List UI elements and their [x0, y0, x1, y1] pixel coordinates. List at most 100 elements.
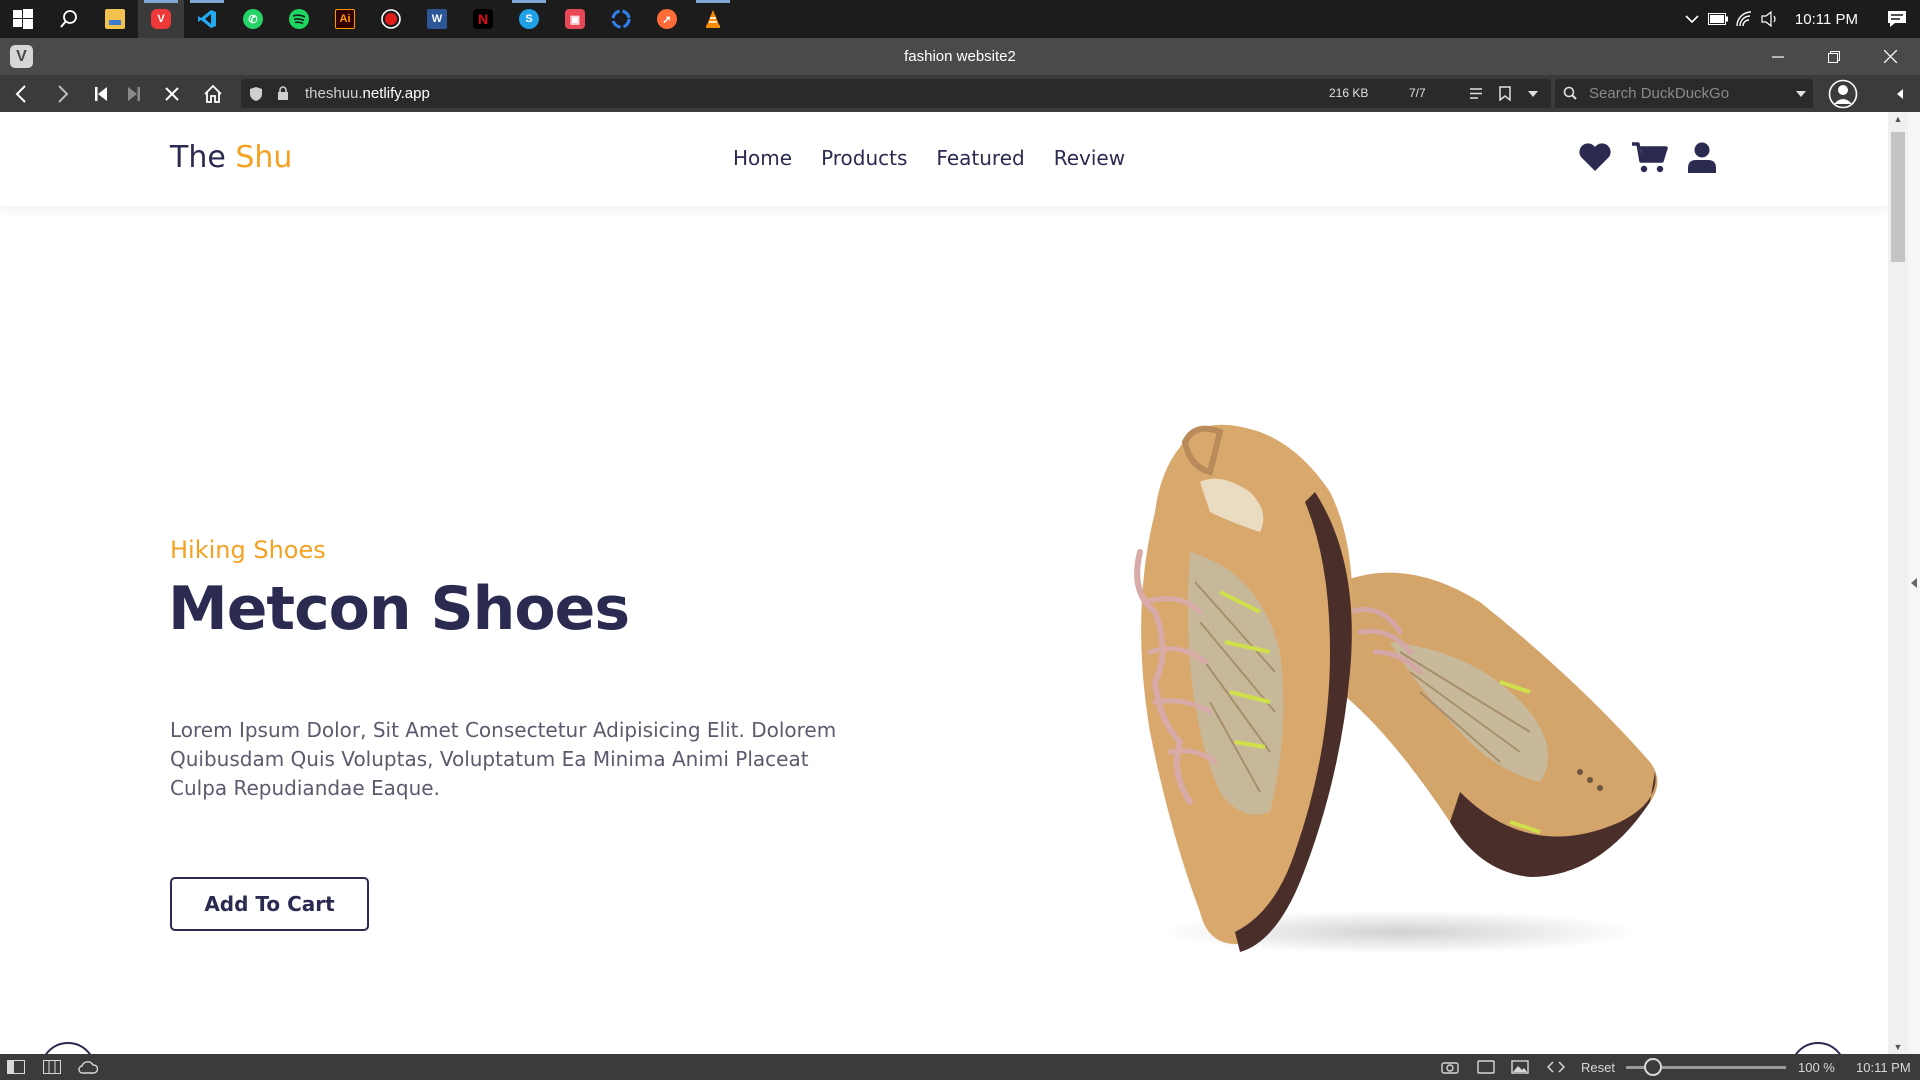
cart-icon[interactable]: [1632, 142, 1668, 174]
browser-toolbar: theshuu.netlify.app 216 KB 7/7 Search Du…: [0, 75, 1920, 112]
search-field[interactable]: Search DuckDuckGo: [1555, 79, 1813, 108]
close-icon: [1883, 50, 1897, 63]
nav-link-products[interactable]: Products: [821, 146, 907, 170]
taskbar-postman[interactable]: ➚: [644, 0, 690, 38]
close-window-button[interactable]: [1862, 38, 1918, 75]
reader-view-icon[interactable]: [1469, 87, 1483, 100]
web-page: The Shu Home Products Featured Review Hi…: [0, 112, 1888, 1054]
record-icon: [381, 9, 401, 29]
rewind-button[interactable]: [84, 75, 118, 112]
restore-icon: [1828, 50, 1840, 63]
taskbar-vlc[interactable]: [690, 0, 736, 38]
site-nav: Home Products Featured Review: [733, 146, 1125, 170]
page-size: 216 KB: [1329, 86, 1369, 100]
profile-button[interactable]: [1826, 75, 1860, 112]
action-center-button[interactable]: [1874, 0, 1920, 38]
taskbar-vivaldi[interactable]: V: [138, 0, 184, 38]
site-logo[interactable]: The Shu: [170, 140, 292, 175]
shield-icon: [250, 87, 262, 101]
restore-button[interactable]: [1806, 38, 1862, 75]
taskbar-whatsapp[interactable]: ✆: [230, 0, 276, 38]
chevron-down-icon[interactable]: [1795, 90, 1807, 98]
search-icon: [60, 10, 77, 28]
fast-forward-button[interactable]: [117, 75, 151, 112]
notification-icon: [1888, 11, 1906, 27]
taskbar-recorder[interactable]: [368, 0, 414, 38]
taskbar-search-button[interactable]: [46, 0, 92, 38]
user-icon[interactable]: [1688, 142, 1716, 174]
hero-eyebrow: Hiking Shoes: [170, 536, 326, 564]
add-to-cart-button[interactable]: Add To Cart: [170, 877, 369, 931]
panel-toggle-button[interactable]: [1882, 75, 1918, 112]
back-button[interactable]: [4, 75, 38, 112]
user-avatar-icon: [1828, 79, 1858, 108]
panel-toggle-icon[interactable]: [6, 1058, 26, 1076]
postman-icon: ➚: [657, 9, 677, 29]
address-bar[interactable]: theshuu.netlify.app 216 KB 7/7: [241, 79, 1551, 108]
home-icon: [204, 84, 222, 103]
volume-button[interactable]: [1757, 0, 1783, 38]
browser-title-bar: V fashion website2: [0, 38, 1920, 75]
taskbar-word[interactable]: W: [414, 0, 460, 38]
scrollbar-thumb[interactable]: [1891, 132, 1905, 262]
nav-link-featured[interactable]: Featured: [936, 146, 1024, 170]
heart-icon[interactable]: [1578, 142, 1612, 172]
decorative-circle: [1790, 1042, 1846, 1054]
taskbar-clock[interactable]: 10:11 PM: [1783, 11, 1874, 28]
load-progress: 7/7: [1409, 86, 1426, 100]
windows-logo-icon: [13, 9, 33, 29]
skip-back-icon: [95, 86, 107, 101]
cloud-sync-icon[interactable]: [78, 1058, 98, 1076]
system-tray: 10:11 PM: [1679, 0, 1920, 38]
bookmark-icon[interactable]: [1499, 86, 1511, 101]
taskbar-file-explorer[interactable]: [92, 0, 138, 38]
home-button[interactable]: [196, 75, 230, 112]
battery-button[interactable]: [1705, 0, 1731, 38]
wifi-icon: [1736, 11, 1751, 27]
volume-icon: [1761, 11, 1776, 27]
scroll-up-icon[interactable]: ▲: [1888, 114, 1908, 124]
taskbar-spotify[interactable]: [276, 0, 322, 38]
word-icon: W: [427, 9, 447, 29]
skype-icon: S: [519, 9, 539, 29]
nav-link-home[interactable]: Home: [733, 146, 792, 170]
url-text[interactable]: theshuu.netlify.app: [305, 85, 430, 102]
side-panel-edge[interactable]: [1908, 112, 1920, 1054]
taskbar-skype[interactable]: S: [506, 0, 552, 38]
stop-loading-button[interactable]: [155, 75, 189, 112]
window-icon[interactable]: [1476, 1058, 1496, 1076]
taskbar-recycle[interactable]: [598, 0, 644, 38]
taskbar-illustrator[interactable]: Ai: [322, 0, 368, 38]
taskbar-vscode[interactable]: [184, 0, 230, 38]
taskbar-photos[interactable]: ▣: [552, 0, 598, 38]
browser-status-bar: Reset 100 % 10:11 PM: [0, 1054, 1920, 1080]
vivaldi-icon: V: [151, 9, 171, 29]
start-button[interactable]: [0, 0, 46, 38]
spotify-icon: [289, 9, 309, 29]
minimize-button[interactable]: [1750, 38, 1806, 75]
search-icon: [1563, 86, 1577, 100]
capture-icon[interactable]: [1440, 1058, 1460, 1076]
nav-link-review[interactable]: Review: [1054, 146, 1125, 170]
page-scrollbar[interactable]: ▲ ▼: [1888, 112, 1908, 1054]
wifi-button[interactable]: [1731, 0, 1757, 38]
chevron-down-icon[interactable]: [1527, 90, 1539, 98]
chevron-down-icon: [1685, 15, 1699, 24]
windows-taskbar: V ✆ Ai W N S ▣ ➚ 10:11 PM: [0, 0, 1920, 38]
hero-description: Lorem Ipsum Dolor, Sit Amet Consectetur …: [170, 718, 837, 800]
show-hidden-icons-button[interactable]: [1679, 0, 1705, 38]
lock-icon: [278, 86, 288, 100]
caret-left-icon: [1911, 578, 1917, 588]
folder-icon: [105, 9, 125, 29]
page-actions-icon[interactable]: [1546, 1058, 1566, 1076]
arrow-right-icon: [58, 84, 69, 103]
forward-button[interactable]: [46, 75, 80, 112]
taskbar-netflix[interactable]: N: [460, 0, 506, 38]
window-title: fashion website2: [904, 48, 1016, 65]
vlc-icon: [706, 10, 720, 28]
tab-tiling-icon[interactable]: [42, 1058, 62, 1076]
zoom-reset-button[interactable]: Reset: [1581, 1060, 1615, 1075]
scroll-down-icon[interactable]: ▼: [1888, 1042, 1908, 1052]
zoom-slider-knob[interactable]: [1644, 1058, 1662, 1076]
image-toggle-icon[interactable]: [1510, 1058, 1530, 1076]
